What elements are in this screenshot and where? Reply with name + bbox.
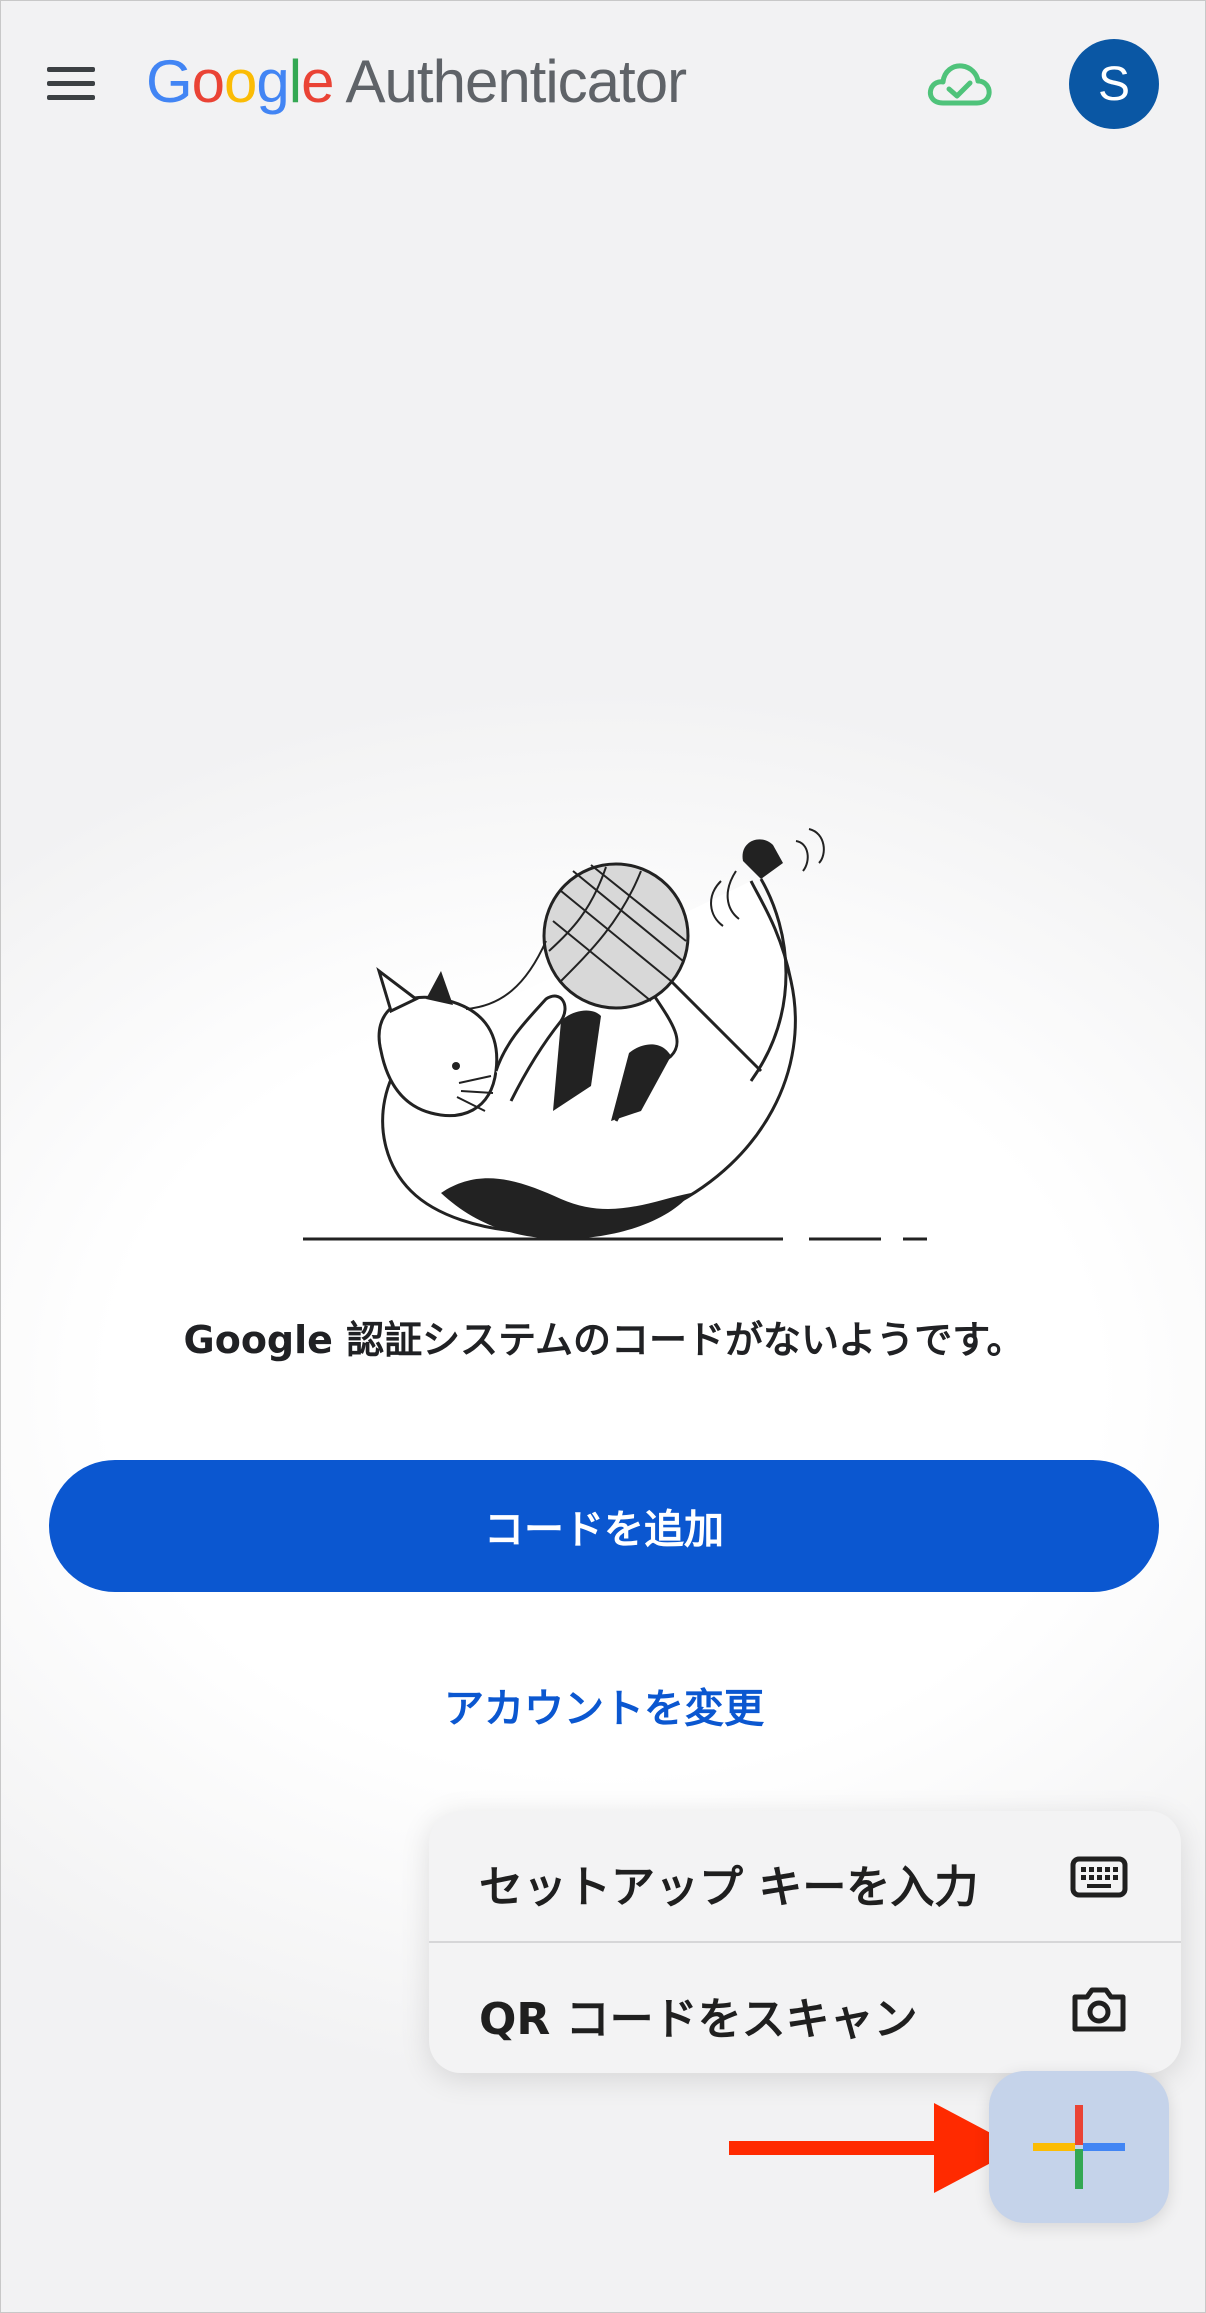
logo-letter: e xyxy=(301,48,334,115)
logo-letter: g xyxy=(256,48,289,115)
menu-item-enter-setup-key[interactable]: セットアップ キーを入力 xyxy=(429,1811,1181,1941)
cat-yarn-illustration xyxy=(303,828,927,1241)
menu-item-label: QR コードをスキャン xyxy=(479,1994,918,2045)
logo-letter: l xyxy=(288,48,302,115)
add-code-button[interactable]: コードを追加 xyxy=(49,1460,1159,1592)
avatar[interactable]: S xyxy=(1069,39,1159,129)
app-screen: Google Authenticator S Google 認証システムのコード… xyxy=(0,0,1206,2313)
camera-icon xyxy=(1072,1987,1126,2032)
logo-letter: o xyxy=(191,48,225,115)
logo-letter: o xyxy=(224,48,257,115)
plus-icon xyxy=(1033,2105,1125,2189)
menu-item-label: セットアップ キーを入力 xyxy=(479,1862,979,1913)
cloud-sync-icon[interactable] xyxy=(927,59,993,109)
add-code-menu: セットアップ キーを入力 QR コードをスキャン xyxy=(429,1811,1181,2073)
empty-state-message: Google 認証システムのコードがないようです。 xyxy=(183,1318,1025,1362)
annotation-arrow-icon xyxy=(729,2103,1019,2193)
change-account-link[interactable]: アカウントを変更 xyxy=(1,1676,1205,1734)
keyboard-icon xyxy=(1070,1856,1128,1898)
logo-letter: G xyxy=(146,48,193,115)
menu-item-scan-qr[interactable]: QR コードをスキャン xyxy=(429,1943,1181,2073)
menu-icon[interactable] xyxy=(41,59,105,109)
app-logo: Google Authenticator xyxy=(146,47,688,116)
add-fab-button[interactable] xyxy=(989,2071,1169,2223)
app-name: Authenticator xyxy=(345,48,688,115)
